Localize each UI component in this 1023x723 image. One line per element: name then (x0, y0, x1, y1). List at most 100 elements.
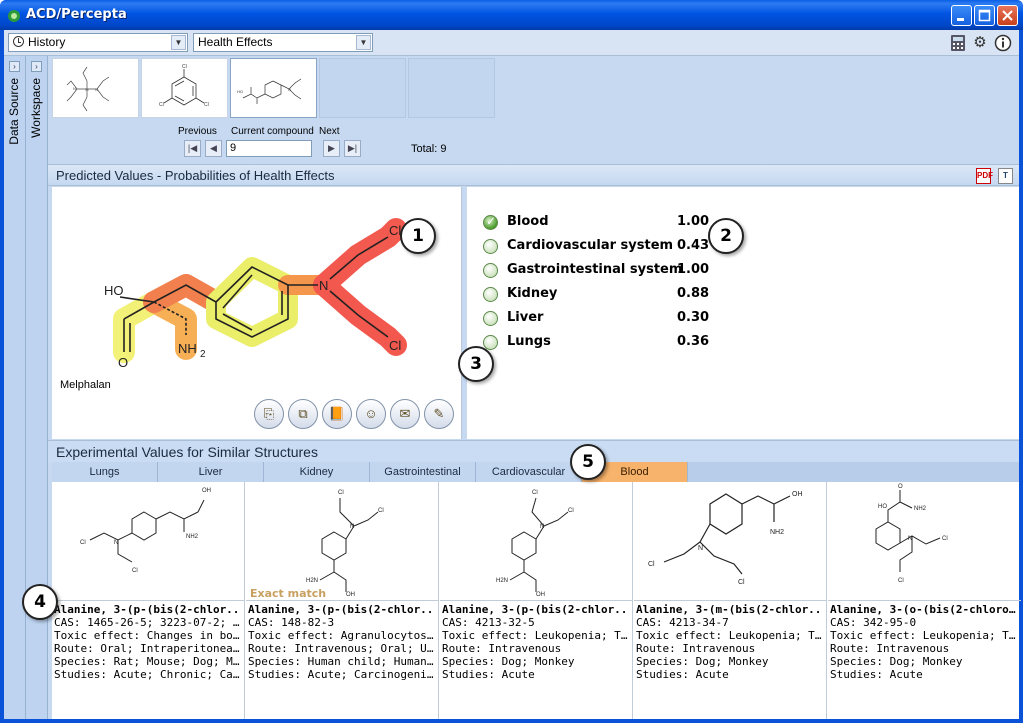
history-dropdown[interactable]: History ▼ (8, 33, 188, 52)
similar-structure-card[interactable]: N Cl Cl H2N OH Exact match Alanine, 3-(p-(bi… (246, 482, 439, 719)
chevron-down-icon[interactable]: ▼ (356, 35, 371, 50)
data-source-panel-tab[interactable]: › Data Source (4, 56, 26, 719)
tab-cardiovascular[interactable]: Cardiovascular (476, 462, 582, 482)
tab-gastrointestinal[interactable]: Gastrointestinal (370, 462, 476, 482)
svg-text:OH: OH (202, 488, 211, 494)
toxic-effect: Toxic effect: Leukopenia; Thr.. (636, 629, 824, 642)
structure-panel: HO O NH 2 N Cl Cl Melphalan ⎘ ⧉ 📙 ☺ ✉ ✎ (52, 187, 462, 439)
top-toolbar: History ▼ Health Effects ▼ ⚙ (4, 30, 1019, 56)
callout-2: 2 (708, 218, 744, 254)
svg-text:N: N (288, 87, 291, 92)
predicted-values-list: Blood 1.00 Cardiovascular system 0.43 Ga… (467, 187, 1019, 439)
checked-radio-icon[interactable] (483, 214, 498, 230)
history-label: History (28, 35, 66, 49)
compound-name: Alanine, 3-(p-(bis(2-chlor.. (442, 603, 628, 616)
studies: Studies: Acute (830, 668, 923, 681)
svg-text:N: N (350, 524, 354, 530)
tab-liver[interactable]: Liver (158, 462, 264, 482)
route: Route: Intravenous (636, 642, 756, 655)
minimize-button[interactable] (951, 5, 972, 26)
copy-structure-icon[interactable]: ⎘ (254, 399, 284, 429)
compound-thumbnail-selected[interactable]: N HO (230, 58, 317, 118)
chevron-down-icon[interactable]: ▼ (171, 35, 186, 50)
tab-kidney[interactable]: Kidney (264, 462, 370, 482)
effect-label: Lungs (507, 334, 551, 349)
tab-lungs[interactable]: Lungs (52, 462, 158, 482)
svg-text:Cl: Cl (942, 536, 948, 542)
current-compound-input[interactable]: 9 (226, 140, 312, 157)
compound-name: Melphalan (60, 379, 111, 391)
book-icon[interactable]: 📙 (322, 399, 352, 429)
effect-probability: 0.43 (677, 238, 710, 253)
radio-icon[interactable] (483, 287, 498, 302)
experimental-values-title: Experimental Values for Similar Structur… (56, 444, 318, 460)
effect-label: Cardiovascular system (507, 238, 674, 253)
route: Route: Intravenous; Oral; Unr.. (248, 642, 436, 655)
similar-structure-card[interactable]: O HO NH2 N Cl Cl Alanine, 3-(o-(bis(2-chloro.… (828, 482, 1021, 719)
paste-structure-icon[interactable]: ⧉ (288, 399, 318, 429)
effect-probability: 1.00 (677, 214, 710, 229)
health-effects-label: Health Effects (198, 35, 273, 49)
compound-name: Alanine, 3-(m-(bis(2-chlor.. (636, 603, 822, 616)
first-compound-button[interactable]: |◀ (184, 140, 201, 157)
species: Species: Rat; Mouse; Dog; Mo.. (54, 655, 242, 668)
next-compound-button[interactable]: ▶ (323, 140, 340, 157)
species: Species: Dog; Monkey (442, 655, 575, 668)
radio-icon[interactable] (483, 311, 498, 326)
info-icon[interactable] (994, 34, 1012, 52)
effect-label: Liver (507, 310, 544, 325)
maximize-icon (978, 9, 991, 22)
compound-thumbnail[interactable]: N Si N (52, 58, 139, 118)
open-folder-icon[interactable]: ✉ (390, 399, 420, 429)
route: Route: Intravenous (830, 642, 950, 655)
health-effects-dropdown[interactable]: Health Effects ▼ (193, 33, 373, 52)
atom-oxygen: O (118, 355, 128, 370)
effect-label: Kidney (507, 286, 558, 301)
svg-text:Cl: Cl (338, 490, 344, 496)
svg-text:HO: HO (878, 504, 887, 510)
similar-structure-card[interactable]: OH NH2 N Cl Cl Alanine, 3-(m-(bis(2-chlor.. … (634, 482, 827, 719)
edit-pencil-icon[interactable]: ✎ (424, 399, 454, 429)
calculator-icon[interactable] (949, 34, 967, 52)
compound-thumbnail[interactable]: Cl Cl Cl (141, 58, 228, 118)
copy-text-icon[interactable]: T (998, 168, 1013, 184)
callout-4: 4 (22, 584, 58, 620)
similar-structure-card[interactable]: N Cl Cl H2N OH Alanine, 3-(p-(bis(2-chlor.. … (440, 482, 633, 719)
cas-number: CAS: 148-82-3 (248, 616, 335, 629)
effect-label: Gastrointestinal system (507, 262, 683, 277)
studies: Studies: Acute; Chronic; Carci.. (54, 668, 242, 681)
svg-text:H2N: H2N (496, 578, 508, 584)
toxic-effect: Toxic effect: Leukopenia; Thr.. (442, 629, 630, 642)
svg-text:Cl: Cl (80, 540, 86, 546)
similar-structure-card[interactable]: OH NH2 N Cl Cl Alanine, 3-(p-(bis(2-chlor.. … (52, 482, 245, 719)
client-area: History ▼ Health Effects ▼ ⚙ › Data Sour… (4, 30, 1021, 719)
svg-text:H2N: H2N (306, 578, 318, 584)
toxic-effect: Toxic effect: Agranulocytosis; .. (248, 629, 436, 642)
svg-text:Cl: Cl (738, 579, 745, 586)
empty-thumbnail-slot (408, 58, 495, 118)
radio-icon[interactable] (483, 263, 498, 278)
expand-icon[interactable]: › (31, 61, 42, 72)
structure-drawing: O HO NH2 N Cl Cl (875, 484, 948, 584)
structure-drawing: OH NH2 N Cl Cl (648, 491, 803, 586)
gear-icon[interactable]: ⚙ (971, 34, 989, 52)
close-button[interactable] (997, 5, 1018, 26)
svg-text:NH2: NH2 (770, 529, 784, 536)
structure-drawing: N Cl Cl H2N OH (306, 490, 384, 598)
predicted-values-header: Predicted Values - Probabilities of Heal… (48, 164, 1019, 186)
previous-compound-button[interactable]: ◀ (205, 140, 222, 157)
clock-icon (13, 36, 24, 47)
last-compound-button[interactable]: ▶| (344, 140, 361, 157)
pdf-export-icon[interactable]: PDF (976, 168, 993, 184)
radio-icon[interactable] (483, 239, 498, 254)
previous-label: Previous (178, 126, 217, 137)
studies: Studies: Acute; Carcinogenicity (248, 668, 436, 681)
svg-text:HO: HO (237, 89, 243, 94)
callout-5: 5 (570, 444, 606, 480)
expand-icon[interactable]: › (9, 61, 20, 72)
atom-amine: NH (178, 341, 197, 356)
maximize-button[interactable] (974, 5, 995, 26)
minimize-icon (957, 18, 964, 21)
smiley-icon[interactable]: ☺ (356, 399, 386, 429)
svg-text:Cl: Cl (568, 508, 574, 514)
